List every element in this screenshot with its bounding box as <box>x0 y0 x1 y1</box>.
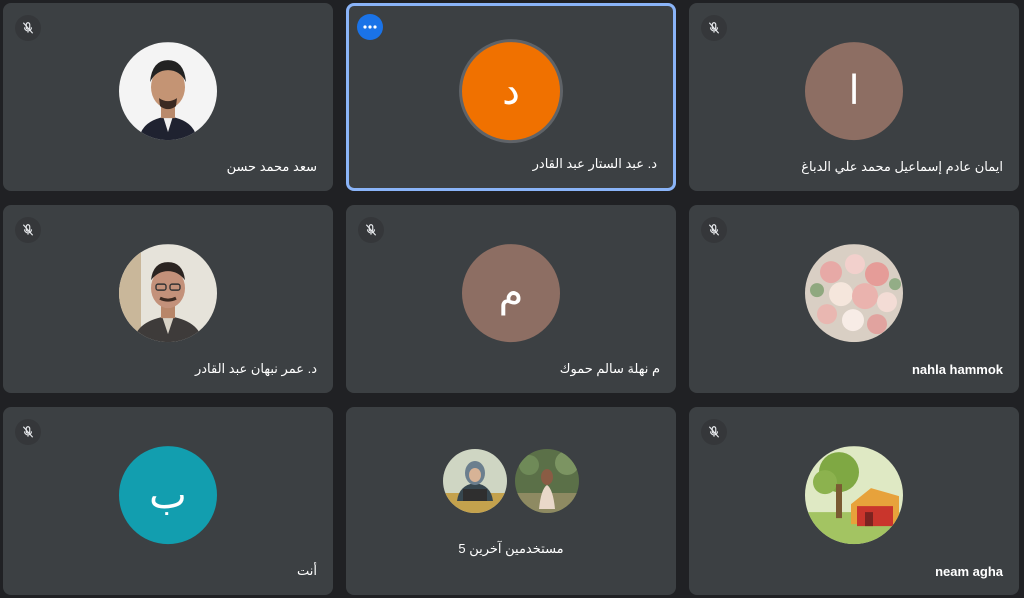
participant-name: neam agha <box>935 564 1003 579</box>
participant-tile-saad[interactable]: سعد محمد حسن <box>3 3 333 191</box>
participant-tile-abdulsattar[interactable]: د د. عبد الستار عبد القادر <box>346 3 676 191</box>
participant-name: سعد محمد حسن <box>226 159 317 174</box>
participant-name: ايمان عادم إسماعيل محمد علي الدباغ <box>801 159 1003 174</box>
avatar <box>805 446 903 545</box>
other-participants-label: 5 مستخدمين آخرين <box>458 541 564 556</box>
avatar-letter: د <box>502 68 520 115</box>
mic-off-icon <box>15 217 41 243</box>
avatar <box>805 244 903 343</box>
avatar <box>441 447 509 515</box>
mic-off-icon <box>358 217 384 243</box>
avatar-letter: ا <box>848 68 860 115</box>
participant-tile-neam[interactable]: neam agha <box>689 407 1019 595</box>
mic-off-icon <box>15 15 41 41</box>
other-participants-tile[interactable]: 5 مستخدمين آخرين <box>346 407 676 595</box>
mic-off-icon <box>701 419 727 445</box>
participant-name: د. عبد الستار عبد القادر <box>532 156 657 171</box>
participant-tile-you[interactable]: ب أنت <box>3 407 333 595</box>
participant-tile-omar[interactable]: د. عمر نبهان عبد القادر <box>3 205 333 393</box>
mic-off-icon <box>701 15 727 41</box>
mic-off-icon <box>701 217 727 243</box>
participant-name: م نهلة سالم حموك <box>559 361 660 376</box>
avatar-letter: م <box>498 270 524 317</box>
participant-tile-nahla-hammok[interactable]: nahla hammok <box>689 205 1019 393</box>
avatar <box>119 244 217 343</box>
participant-tile-iman[interactable]: ا ايمان عادم إسماعيل محمد علي الدباغ <box>689 3 1019 191</box>
avatar <box>119 42 217 141</box>
group-avatars <box>439 447 583 515</box>
avatar: ب <box>119 446 217 545</box>
avatar-letter: ب <box>149 472 187 519</box>
avatar: ا <box>805 42 903 141</box>
avatar: د <box>462 42 560 141</box>
participant-name: د. عمر نبهان عبد القادر <box>194 361 317 376</box>
avatar <box>513 447 581 515</box>
participant-tile-nahla-salem[interactable]: م م نهلة سالم حموك <box>346 205 676 393</box>
participant-name: أنت <box>297 563 317 578</box>
more-options-icon[interactable] <box>357 14 383 40</box>
mic-off-icon <box>15 419 41 445</box>
avatar: م <box>462 244 560 343</box>
participant-name: nahla hammok <box>911 362 1003 377</box>
